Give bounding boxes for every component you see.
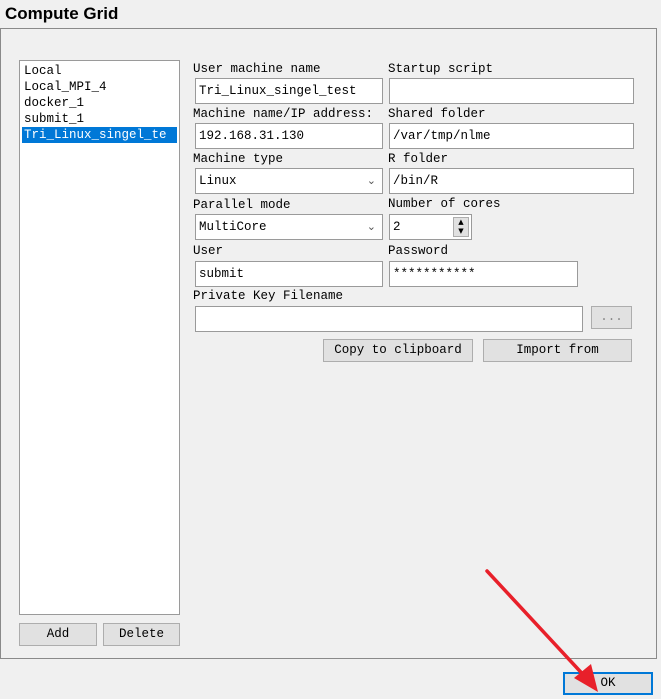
arrow-shaft xyxy=(485,569,592,684)
annotation-arrow xyxy=(485,569,598,692)
